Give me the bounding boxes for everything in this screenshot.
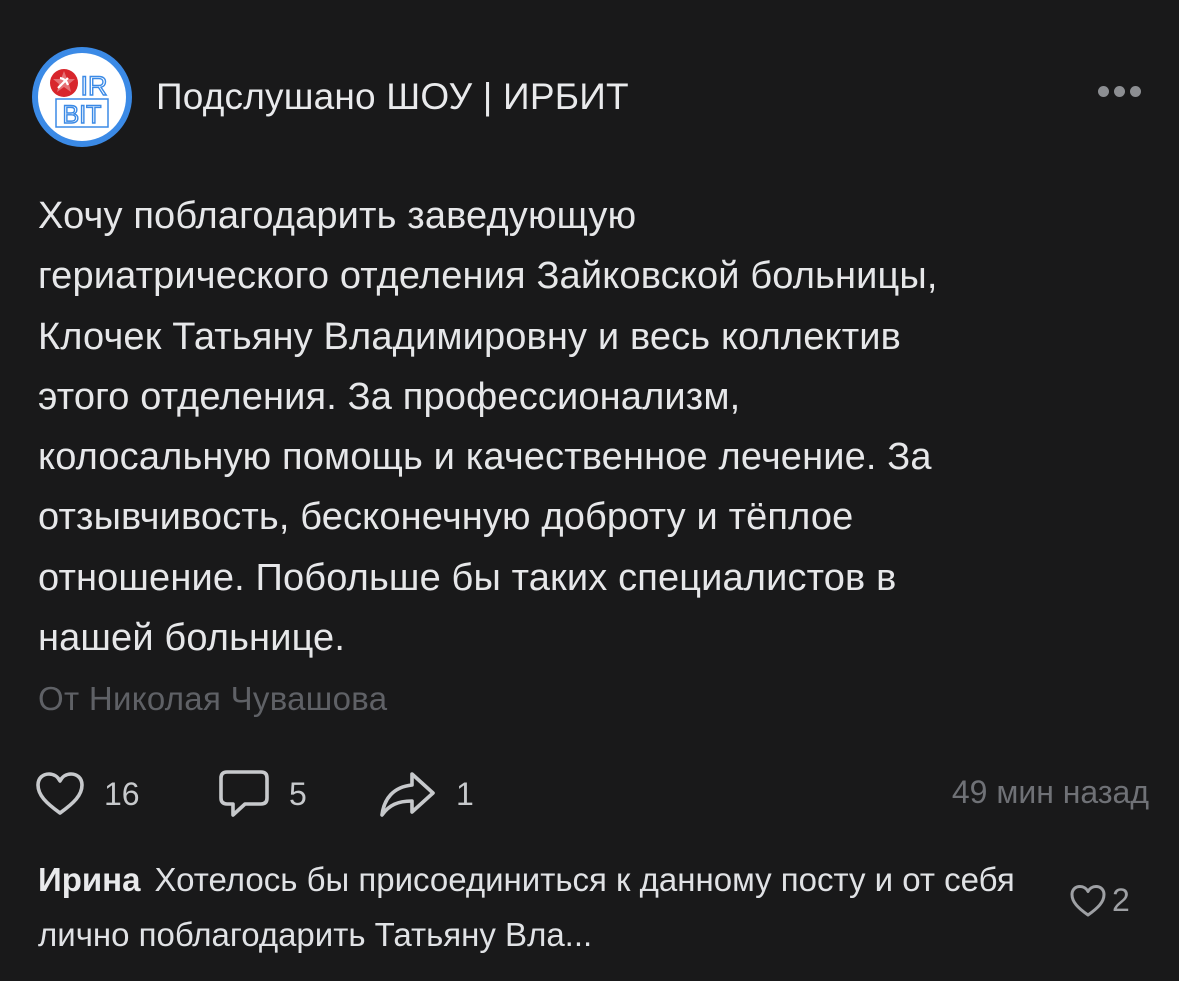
post-text: Хочу поблагодарить заведующую гериатриче…	[38, 195, 938, 660]
heart-icon	[1070, 884, 1106, 916]
comment-icon	[219, 770, 269, 817]
svg-text:IR: IR	[81, 71, 108, 101]
comment-like-count: 2	[1112, 882, 1130, 918]
share-button[interactable]: 1	[378, 764, 474, 824]
group-avatar[interactable]: BIT IR	[32, 47, 132, 147]
more-horizontal-icon	[1098, 86, 1109, 97]
comment-like-button[interactable]: 2	[1068, 882, 1130, 919]
more-options-button[interactable]	[1098, 86, 1141, 97]
post-header: BIT IR Подслушано ШОУ | ИРБИТ	[32, 44, 1147, 150]
comment-text: Хотелось бы присоединиться к данному пос…	[38, 861, 1015, 953]
comment-preview[interactable]: Ирина Хотелось бы присоединиться к данном…	[38, 852, 1038, 962]
post-actions: 16 5 1 49 мин назад	[34, 764, 1149, 824]
comment-author[interactable]: Ирина	[38, 861, 140, 898]
comment-count: 5	[289, 775, 307, 812]
more-horizontal-icon	[1114, 86, 1125, 97]
heart-icon	[36, 772, 84, 815]
share-icon	[380, 772, 435, 817]
group-logo: BIT IR	[38, 53, 126, 141]
share-count: 1	[456, 775, 474, 812]
comment-button[interactable]: 5	[217, 764, 307, 824]
like-count: 16	[104, 775, 140, 812]
more-horizontal-icon	[1130, 86, 1141, 97]
post-time: 49 мин назад	[951, 774, 1149, 810]
group-name[interactable]: Подслушано ШОУ | ИРБИТ	[156, 76, 629, 118]
svg-text:BIT: BIT	[63, 101, 102, 129]
irbit-logo-icon: BIT IR	[50, 69, 109, 130]
like-button[interactable]: 16	[34, 764, 140, 824]
post-signature: От Николая Чувашова	[38, 680, 388, 717]
